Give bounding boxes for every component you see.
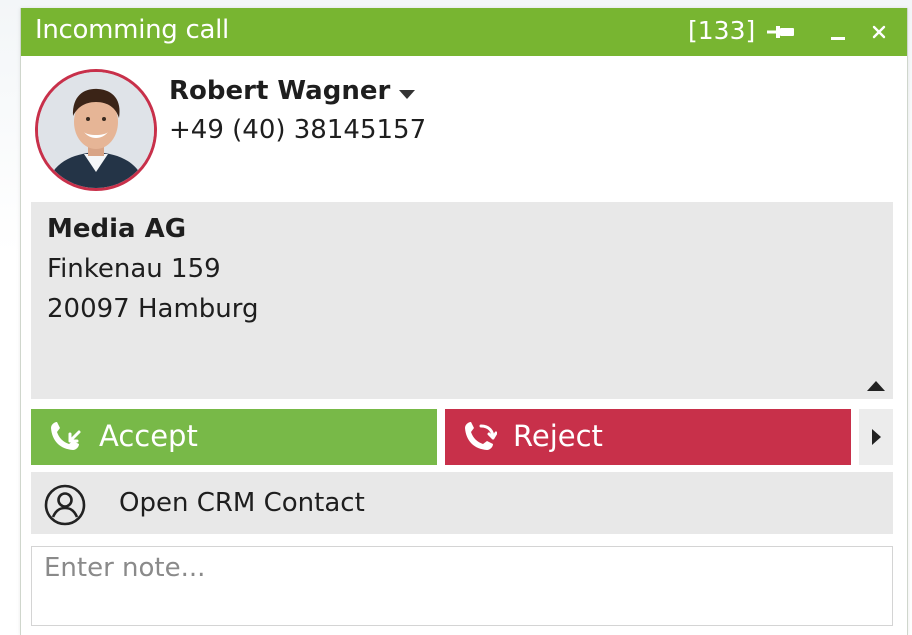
- phone-incoming-icon: [51, 422, 81, 450]
- address-panel: Media AG Finkenau 159 20097 Hamburg: [31, 202, 893, 399]
- pin-icon: [767, 26, 794, 38]
- caret-down-icon: [399, 90, 415, 99]
- close-icon: [872, 25, 886, 39]
- crm-label: Open CRM Contact: [119, 488, 365, 518]
- accept-button[interactable]: Accept: [31, 409, 437, 465]
- close-button[interactable]: [863, 17, 897, 47]
- caret-up-icon: [867, 381, 885, 391]
- contact-avatar: [35, 69, 157, 191]
- phone-reject-icon: [465, 422, 497, 450]
- open-crm-contact-button[interactable]: Open CRM Contact: [31, 472, 893, 534]
- caret-right-icon: [872, 429, 881, 445]
- note-input[interactable]: [31, 546, 893, 626]
- minimize-icon: [831, 37, 845, 40]
- extension-number: [133]: [688, 16, 756, 45]
- city-address: 20097 Hamburg: [47, 294, 259, 324]
- more-actions-button[interactable]: [859, 409, 893, 465]
- accept-label: Accept: [99, 419, 198, 453]
- window-title: Incomming call: [35, 15, 229, 45]
- company-name: Media AG: [47, 214, 187, 244]
- contact-dropdown-button[interactable]: [395, 86, 419, 104]
- minimize-button[interactable]: [821, 17, 855, 47]
- avatar-portrait: [38, 72, 154, 188]
- collapse-button[interactable]: [865, 378, 887, 394]
- contact-header: Robert Wagner +49 (40) 38145157: [21, 56, 907, 202]
- reject-button[interactable]: Reject: [445, 409, 851, 465]
- contact-name: Robert Wagner: [169, 76, 391, 106]
- contact-phone: +49 (40) 38145157: [169, 115, 427, 145]
- street-address: Finkenau 159: [47, 254, 221, 284]
- reject-label: Reject: [513, 419, 603, 453]
- incoming-call-window: Incomming call [133] Robert Wagner +49 (…: [20, 8, 908, 635]
- call-actions: Accept Reject: [31, 409, 893, 465]
- user-circle-icon: [44, 484, 86, 526]
- pin-button[interactable]: [765, 17, 799, 47]
- title-bar[interactable]: Incomming call [133]: [21, 8, 907, 56]
